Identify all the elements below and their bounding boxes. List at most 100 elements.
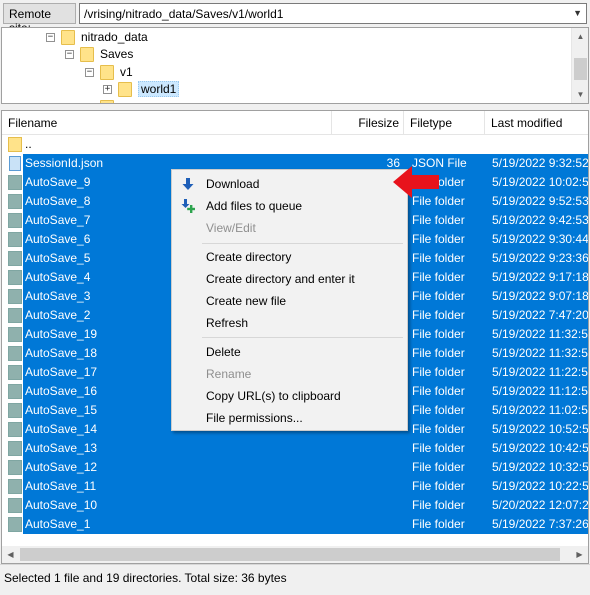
file-type: File folder — [412, 213, 465, 227]
table-row[interactable]: AutoSave_10 File folder 5/20/2022 12:07:24 — [2, 496, 589, 515]
menu-item-label: Copy URL(s) to clipboard — [206, 389, 341, 403]
file-modified: 5/19/2022 11:32:54 — [492, 327, 589, 341]
folder-icon — [8, 479, 22, 494]
column-filesize-label: Filesize — [358, 116, 399, 130]
folder-icon — [8, 137, 22, 152]
menu-separator — [202, 243, 403, 244]
folder-icon — [8, 460, 22, 475]
parent-directory-row[interactable]: .. — [2, 135, 588, 154]
menu-item-label: Rename — [206, 367, 252, 381]
collapse-icon[interactable]: − — [46, 32, 55, 42]
file-type: File folder — [412, 384, 465, 398]
file-modified: 5/19/2022 9:23:36 — [492, 251, 589, 265]
remote-path-input[interactable]: /vrising/nitrado_data/Saves/v1/world1 ▼ — [79, 3, 587, 24]
menu-item-add-to-queue[interactable]: Add files to queue — [174, 195, 405, 217]
folder-icon — [8, 194, 22, 209]
file-modified: 5/19/2022 11:22:53 — [492, 365, 589, 379]
file-modified: 5/19/2022 10:32:53 — [492, 460, 589, 474]
folder-icon — [8, 384, 22, 399]
file-type: File folder — [412, 365, 465, 379]
file-modified: 5/19/2022 7:37:26 — [492, 517, 589, 531]
folder-icon — [8, 289, 22, 304]
file-modified: 5/19/2022 10:22:53 — [492, 479, 589, 493]
file-modified: 5/19/2022 9:42:53 — [492, 213, 589, 227]
menu-item-label: Create new file — [206, 294, 287, 308]
folder-icon — [8, 365, 22, 380]
menu-item-download[interactable]: Download — [174, 173, 405, 195]
file-modified: 5/19/2022 9:52:53 — [492, 194, 589, 208]
menu-item-copy-urls[interactable]: Copy URL(s) to clipboard — [174, 385, 405, 407]
folder-icon — [8, 251, 22, 266]
column-filesize[interactable]: ˇ Filesize — [332, 111, 404, 135]
file-type: File folder — [412, 346, 465, 360]
scrollbar-thumb[interactable] — [20, 548, 560, 561]
file-type: File folder — [412, 460, 465, 474]
menu-item-create-new-file[interactable]: Create new file — [174, 290, 405, 312]
down-arrow-icon — [182, 178, 194, 190]
column-filetype-label: Filetype — [410, 116, 453, 130]
file-modified: 5/19/2022 10:52:53 — [492, 422, 589, 436]
tree-item-nitrado-data[interactable]: − nitrado_data — [46, 28, 148, 46]
folder-icon — [8, 327, 22, 342]
folder-icon — [8, 403, 22, 418]
tree-item-v1[interactable]: − v1 — [85, 63, 133, 81]
file-type: File folder — [412, 289, 465, 303]
collapse-icon[interactable]: − — [65, 49, 74, 59]
table-row[interactable]: AutoSave_12 File folder 5/19/2022 10:32:53 — [2, 458, 589, 477]
table-row[interactable]: AutoSave_1 File folder 5/19/2022 7:37:26 — [2, 515, 589, 534]
scrollbar-thumb[interactable] — [574, 58, 587, 80]
file-name: AutoSave_1 — [25, 517, 91, 531]
red-arrow-icon — [393, 166, 439, 198]
column-filename[interactable]: Filename — [2, 111, 332, 135]
file-list-hscrollbar[interactable]: ◀ ▶ — [2, 546, 588, 563]
file-name: AutoSave_12 — [25, 460, 98, 474]
tree-item-saves[interactable]: − Saves — [65, 45, 133, 63]
menu-item-create-directory-enter[interactable]: Create directory and enter it — [174, 268, 405, 290]
column-filetype[interactable]: Filetype — [404, 111, 485, 135]
menu-item-file-permissions[interactable]: File permissions... — [174, 407, 405, 429]
folder-icon — [8, 270, 22, 285]
table-row[interactable]: AutoSave_13 File folder 5/19/2022 10:42:53 — [2, 439, 588, 458]
file-modified: 5/19/2022 11:32:54 — [492, 346, 589, 360]
file-type: File folder — [412, 479, 465, 493]
menu-item-refresh[interactable]: Refresh — [174, 312, 405, 334]
menu-item-label: File permissions... — [206, 411, 303, 425]
scroll-right-icon[interactable]: ▶ — [571, 546, 588, 563]
folder-icon — [8, 441, 22, 456]
remote-directory-tree[interactable]: − nitrado_data − Saves − v1 + world1 ▲ ▼ — [1, 27, 589, 104]
column-last-modified[interactable]: Last modified — [485, 111, 588, 135]
folder-icon — [118, 81, 132, 97]
folder-icon — [8, 213, 22, 228]
menu-item-label: Delete — [206, 345, 241, 359]
add-to-queue-icon — [181, 199, 195, 213]
status-bar: Selected 1 file and 19 directories. Tota… — [0, 564, 590, 595]
file-name: .. — [25, 137, 32, 151]
remote-site-label[interactable]: Remote site: — [3, 3, 76, 35]
tree-item-label: Saves — [100, 47, 134, 61]
tree-item-label: world1 — [138, 81, 180, 97]
file-type: File folder — [412, 441, 465, 455]
column-modified-label: Last modified — [491, 116, 563, 130]
column-filename-label: Filename — [8, 116, 58, 130]
menu-separator — [202, 337, 403, 338]
menu-item-delete[interactable]: Delete — [174, 341, 405, 363]
chevron-down-icon[interactable]: ▼ — [573, 8, 582, 18]
tree-scrollbar[interactable]: ▲ ▼ — [571, 28, 588, 103]
scroll-left-icon[interactable]: ◀ — [2, 546, 19, 563]
scroll-down-icon[interactable]: ▼ — [572, 86, 588, 103]
scroll-up-icon[interactable]: ▲ — [572, 28, 588, 45]
tree-item-world1[interactable]: + world1 — [103, 80, 180, 98]
file-modified: 5/20/2022 12:07:24 — [492, 498, 589, 512]
file-type: File folder — [412, 498, 465, 512]
folder-icon — [8, 308, 22, 323]
collapse-icon[interactable]: − — [85, 67, 94, 77]
menu-item-create-directory[interactable]: Create directory — [174, 246, 405, 268]
folder-icon — [8, 517, 22, 532]
table-row[interactable]: AutoSave_11 File folder 5/19/2022 10:22:53 — [2, 477, 589, 496]
menu-item-label: Add files to queue — [206, 199, 303, 213]
folder-icon — [8, 346, 22, 361]
file-name: AutoSave_11 — [25, 479, 97, 493]
sort-indicator-icon: ˇ — [367, 110, 371, 118]
expand-icon[interactable]: + — [103, 84, 112, 94]
folder-icon — [80, 46, 94, 62]
